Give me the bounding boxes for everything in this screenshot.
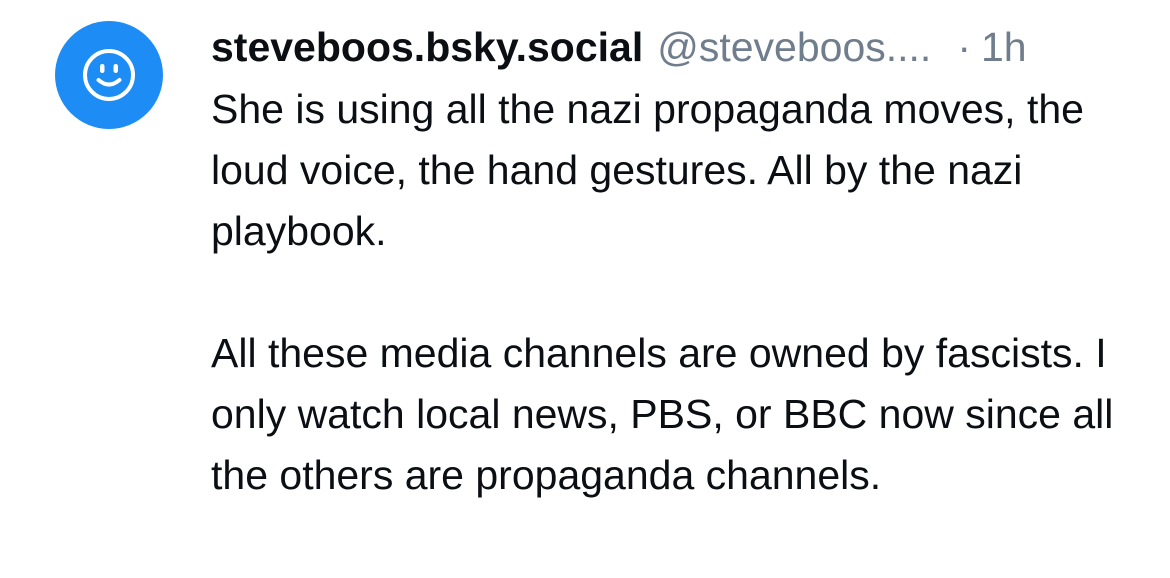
post-paragraph: She is using all the nazi propaganda mov… — [211, 86, 1084, 254]
avatar[interactable] — [55, 21, 163, 129]
post-paragraph: All these media channels are owned by fa… — [211, 330, 1114, 498]
smiley-face-icon — [81, 47, 137, 103]
post-card[interactable]: steveboos.bsky.social @steveboos.... · 1… — [0, 0, 1170, 578]
header-separator: · — [957, 24, 971, 70]
post-timestamp[interactable]: 1h — [981, 18, 1027, 76]
post-content: steveboos.bsky.social @steveboos.... · 1… — [211, 18, 1151, 506]
post-header: steveboos.bsky.social @steveboos.... · 1… — [211, 18, 1151, 76]
author-display-name[interactable]: steveboos.bsky.social — [211, 18, 643, 76]
post-text: She is using all the nazi propaganda mov… — [211, 79, 1151, 506]
author-handle[interactable]: @steveboos.... — [657, 18, 931, 76]
